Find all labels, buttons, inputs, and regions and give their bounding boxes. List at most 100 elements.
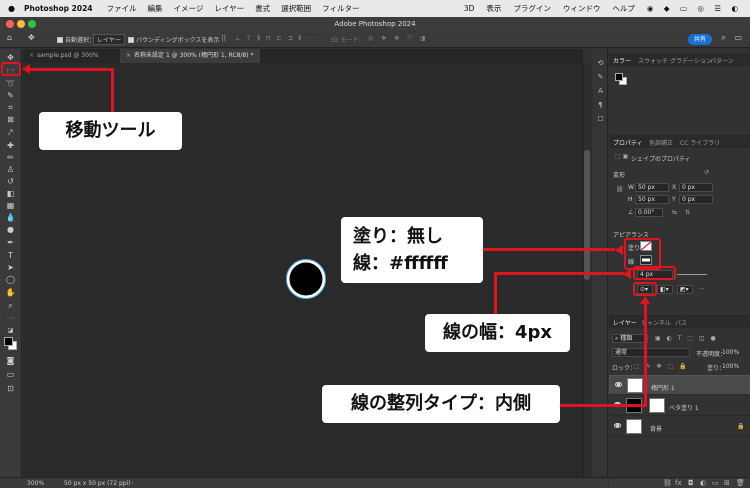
default-colors-icon[interactable]: ◪ bbox=[4, 325, 17, 336]
eraser-tool-icon[interactable]: ◧ bbox=[4, 188, 17, 199]
zoom-window-icon[interactable] bbox=[28, 20, 36, 28]
menu-select[interactable]: 選択範囲 bbox=[281, 3, 311, 14]
document-info[interactable]: 50 px x 50 px (72 ppi) bbox=[64, 480, 131, 487]
new-layer-icon[interactable]: ⊞ bbox=[724, 479, 730, 487]
path-select-tool-icon[interactable]: ➤ bbox=[4, 262, 17, 273]
eyedropper-tool-icon[interactable]: ⤤ bbox=[4, 127, 17, 138]
brush-tool-icon[interactable]: ✏ bbox=[4, 152, 17, 163]
tab-gradients[interactable]: グラデーション bbox=[670, 56, 712, 65]
frame-tool-icon[interactable]: ⊠ bbox=[4, 114, 17, 125]
lock-icons[interactable]: ⬚ ✎ ✥ ⬚ 🔒 bbox=[634, 363, 689, 370]
app-menu[interactable]: Photoshop 2024 bbox=[24, 4, 93, 13]
brush-panel-icon[interactable]: ✎ bbox=[596, 73, 605, 82]
auto-select-dropdown[interactable]: レイヤー bbox=[93, 34, 125, 45]
healing-tool-icon[interactable]: ✚ bbox=[4, 140, 17, 151]
quick-select-tool-icon[interactable]: ✎ bbox=[4, 90, 17, 101]
workspace-icon[interactable]: ▭ bbox=[734, 33, 742, 42]
menu-view[interactable]: 表示 bbox=[486, 3, 501, 14]
x-field[interactable]: 0 px bbox=[679, 183, 713, 192]
gradient-tool-icon[interactable]: ▦ bbox=[4, 200, 17, 211]
layer-filter-icons[interactable]: ▣ ◐ T ⬚ ◫ ● bbox=[655, 335, 718, 342]
share-button[interactable]: 共有 bbox=[688, 34, 712, 45]
tab-sample[interactable]: ×sample.psd @ 300% (RC8/8) bbox=[23, 49, 119, 73]
dodge-tool-icon[interactable]: ● bbox=[4, 224, 17, 235]
link-icon[interactable]: ⛓ bbox=[616, 186, 624, 193]
tab-untitled[interactable]: × 名称未設定 1 @ 300% (楕円形 1, RC8/8) * bbox=[120, 49, 260, 63]
panel-fg-swatch[interactable] bbox=[615, 73, 623, 81]
menu-image[interactable]: イメージ bbox=[174, 3, 204, 14]
close-window-icon[interactable] bbox=[6, 20, 14, 28]
layer-kind-filter[interactable]: ⌕ 種類 bbox=[612, 334, 648, 343]
w-field[interactable]: 50 px bbox=[635, 183, 669, 192]
adjustment-layer-icon[interactable]: ◐ bbox=[700, 479, 706, 487]
delete-layer-icon[interactable]: 🗑 bbox=[736, 479, 745, 487]
fill-pct-value[interactable]: 100% bbox=[722, 363, 739, 370]
stroke-caps-dropdown[interactable]: ◧▾ bbox=[657, 285, 673, 294]
angle-field[interactable]: 0.00° bbox=[635, 208, 663, 217]
menu-type[interactable]: 書式 bbox=[255, 3, 270, 14]
visibility-eye-icon[interactable] bbox=[614, 423, 621, 428]
new-group-icon[interactable]: ▭ bbox=[712, 479, 719, 487]
auto-select-checkbox[interactable]: 自動選択： bbox=[57, 35, 95, 44]
foreground-color-swatch[interactable] bbox=[4, 337, 13, 346]
tab-paths[interactable]: パス bbox=[675, 318, 687, 327]
reset-transform-icon[interactable]: ↺ bbox=[704, 169, 709, 176]
menu-edit[interactable]: 編集 bbox=[148, 3, 163, 14]
minimize-window-icon[interactable] bbox=[17, 20, 25, 28]
menu-3d[interactable]: 3D bbox=[464, 4, 475, 13]
paragraph-panel-icon[interactable]: ¶ bbox=[596, 101, 605, 110]
add-mask-icon[interactable]: ◘ bbox=[688, 479, 694, 487]
screen-mode-icon[interactable]: ▭ bbox=[4, 369, 17, 380]
menu-filter[interactable]: フィルター bbox=[322, 3, 359, 14]
crop-tool-icon[interactable]: ⌗ bbox=[4, 102, 17, 113]
y-field[interactable]: 0 px bbox=[679, 195, 713, 204]
edit-toolbar-icon[interactable]: ⊡ bbox=[4, 383, 17, 394]
menu-help[interactable]: ヘルプ bbox=[612, 3, 635, 14]
pen-tool-icon[interactable]: ✒ bbox=[4, 237, 17, 248]
ellipse-tool-icon[interactable]: ◯ bbox=[4, 274, 17, 285]
stamp-tool-icon[interactable]: ♙ bbox=[4, 164, 17, 175]
visibility-eye-icon[interactable] bbox=[615, 382, 622, 387]
scrollbar-thumb[interactable] bbox=[584, 150, 590, 280]
more-options-icon[interactable]: ··· bbox=[699, 286, 705, 293]
layer-ellipse[interactable]: 楕円形 1 bbox=[609, 375, 750, 395]
type-tool-icon[interactable]: T bbox=[4, 250, 17, 261]
transform-section-label[interactable]: 変形 bbox=[613, 170, 625, 179]
tab-cc-libraries[interactable]: CC ライブラリ bbox=[680, 138, 720, 147]
stroke-width-slider[interactable] bbox=[677, 274, 707, 275]
tab-properties[interactable]: プロパティ bbox=[613, 138, 643, 147]
3d-mode-icons[interactable]: ◎ ✥ ✥ ⤧ ◨ bbox=[368, 35, 428, 43]
blend-mode-dropdown[interactable]: 通常 bbox=[612, 348, 690, 357]
quick-mask-icon[interactable]: ◙ bbox=[4, 355, 17, 366]
layer-background[interactable]: 背景 🔒 bbox=[609, 417, 750, 437]
selected-ellipse-shape[interactable] bbox=[284, 257, 328, 301]
glyph-panel-icon[interactable]: ☐ bbox=[596, 115, 605, 124]
apple-icon[interactable]: ● bbox=[8, 4, 15, 13]
menu-plugins[interactable]: プラグイン bbox=[513, 3, 551, 14]
tab-swatches[interactable]: スウォッチ bbox=[638, 56, 668, 65]
tab-layers[interactable]: レイヤー bbox=[613, 318, 637, 327]
align-icons[interactable]: ▕▏ ⊥ ⊤ ⫼ ⊓ ⊏ ⊐ ⫴ ··· bbox=[218, 35, 319, 43]
home-icon[interactable]: ⌂ bbox=[7, 33, 12, 42]
bounding-box-checkbox[interactable]: バウンディングボックスを表示 bbox=[128, 35, 219, 44]
opacity-value[interactable]: 100% bbox=[722, 349, 739, 356]
search-icon[interactable]: ⌕ bbox=[722, 33, 726, 43]
history-panel-icon[interactable]: ⟲ bbox=[596, 59, 605, 68]
move-tool-preset-icon[interactable]: ✥ bbox=[28, 33, 35, 42]
link-layers-icon[interactable]: ⛓ bbox=[663, 479, 672, 487]
blur-tool-icon[interactable]: 💧 bbox=[4, 212, 17, 223]
tab-adjustments[interactable]: 色調補正 bbox=[649, 138, 673, 147]
menu-layer[interactable]: レイヤー bbox=[214, 3, 244, 14]
menu-window[interactable]: ウィンドウ bbox=[563, 3, 601, 14]
tab-patterns[interactable]: パターン bbox=[710, 56, 734, 65]
fx-icon[interactable]: fx bbox=[675, 479, 682, 487]
zoom-tool-icon[interactable]: ⌕ bbox=[4, 300, 17, 311]
lasso-tool-icon[interactable]: ➰ bbox=[4, 78, 17, 89]
character-panel-icon[interactable]: A bbox=[596, 87, 605, 96]
more-tools-icon[interactable]: ··· bbox=[4, 313, 17, 324]
menu-file[interactable]: ファイル bbox=[107, 3, 137, 14]
history-brush-icon[interactable]: ↺ bbox=[4, 176, 17, 187]
hand-tool-icon[interactable]: ✋ bbox=[4, 287, 17, 298]
status-arrow-icon[interactable]: › bbox=[131, 480, 133, 487]
tab-color[interactable]: カラー bbox=[613, 56, 631, 65]
